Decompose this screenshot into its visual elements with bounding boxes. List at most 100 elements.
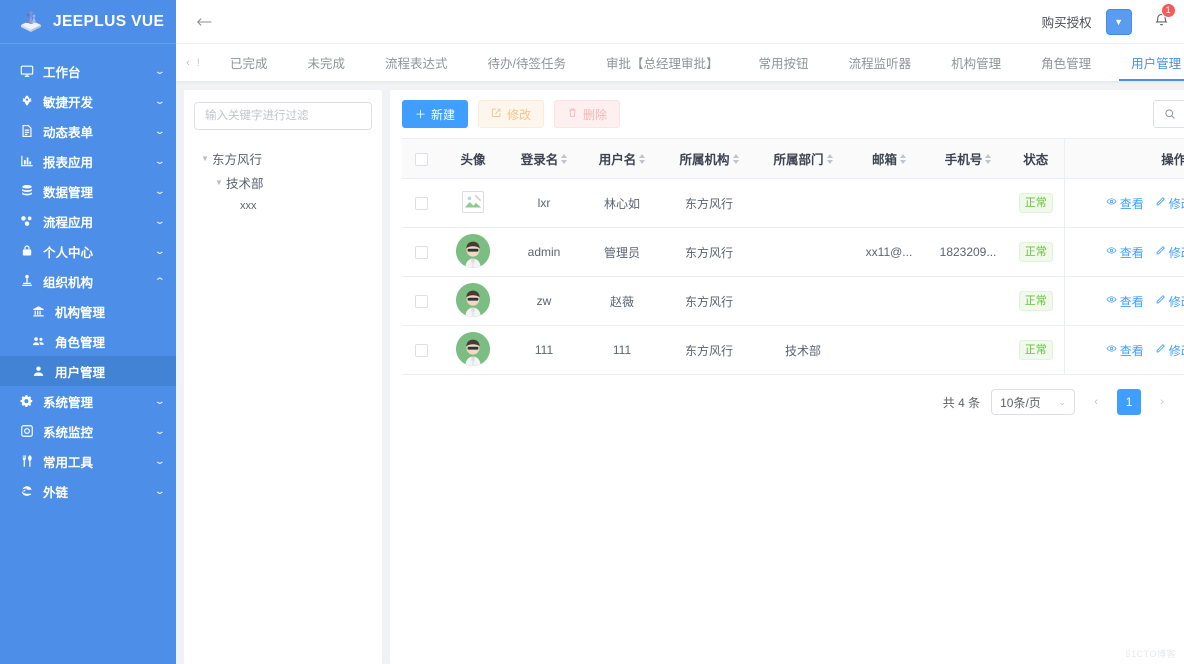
sort-icon[interactable] — [900, 154, 906, 164]
monitor-icon — [18, 64, 35, 78]
create-button[interactable]: ＋ 新建 — [402, 100, 468, 128]
sidebar-item-dynamic-form[interactable]: 动态表单 ⌄ — [0, 116, 176, 146]
tree-node-dongfangfengxing[interactable]: ▼ 东方风行 — [194, 146, 372, 170]
row-login-cell[interactable]: admin — [506, 228, 582, 277]
tab-todo-tasks[interactable]: 待办/待签任务 — [468, 44, 586, 81]
tab-process-listener[interactable]: 流程监听器 — [829, 44, 932, 81]
pencil-icon — [1155, 294, 1166, 308]
page-size-select[interactable]: 10条/页 ⌄ — [991, 389, 1075, 415]
sidebar-item-common-tools[interactable]: 常用工具 ⌄ — [0, 446, 176, 476]
sidebar-item-process-app[interactable]: 流程应用 ⌄ — [0, 206, 176, 236]
sidebar-item-org-management[interactable]: 机构管理 — [0, 296, 176, 326]
row-checkbox[interactable] — [415, 246, 428, 259]
tree-filter-input[interactable] — [194, 102, 372, 130]
search-icon[interactable] — [1154, 101, 1184, 127]
sidebar-menu: 工作台 ⌄ 敏捷开发 ⌄ 动态表单 — [0, 44, 176, 506]
flow-icon — [18, 214, 35, 228]
view-action[interactable]: 查看 — [1106, 293, 1144, 310]
tabs-overflow-indicator: ! — [197, 57, 200, 69]
row-login-cell[interactable]: lxr — [506, 179, 582, 228]
sidebar-item-personal-center[interactable]: 个人中心 ⌄ — [0, 236, 176, 266]
sidebar-item-report-app[interactable]: 报表应用 ⌄ — [0, 146, 176, 176]
table-row[interactable]: admin 管理员 东方风行 xx11@... 1823209... 正常 查看 — [402, 228, 1184, 277]
table-row[interactable]: zw 赵薇 东方风行 正常 查看 修改 — [402, 277, 1184, 326]
sort-icon[interactable] — [985, 154, 991, 164]
column-header-email[interactable]: 邮箱 — [850, 139, 928, 179]
sort-icon[interactable] — [827, 154, 833, 164]
row-checkbox[interactable] — [415, 197, 428, 210]
table-row[interactable]: lxr 林心如 东方风行 正常 查看 修改 — [402, 179, 1184, 228]
row-checkbox[interactable] — [415, 295, 428, 308]
buy-license-link[interactable]: 购买授权 — [1042, 12, 1092, 31]
sidebar-item-system-monitor[interactable]: 系统监控 ⌄ — [0, 416, 176, 446]
pagination-next-button[interactable]: › — [1150, 389, 1174, 415]
edit-action[interactable]: 修改 — [1155, 342, 1184, 359]
chevron-down-icon: ▼ — [1114, 17, 1123, 27]
row-checkbox[interactable] — [415, 344, 428, 357]
column-header-dept[interactable]: 所属部门 — [756, 139, 850, 179]
sidebar-item-label: 报表应用 — [43, 152, 152, 171]
select-all-checkbox[interactable] — [415, 153, 428, 166]
view-action[interactable]: 查看 — [1106, 244, 1144, 261]
column-header-phone[interactable]: 手机号 — [928, 139, 1008, 179]
sidebar-item-data-management[interactable]: 数据管理 ⌄ — [0, 176, 176, 206]
action-label: 查看 — [1120, 342, 1144, 359]
eye-icon — [1106, 196, 1117, 210]
row-login-cell[interactable]: 111 — [506, 326, 582, 375]
tab-user-management[interactable]: 用户管理 × — [1111, 44, 1184, 81]
tabs-scroll-left-button[interactable]: ‹ ! — [176, 44, 210, 81]
caret-down-icon[interactable]: ▼ — [198, 154, 212, 163]
pagination-page-1[interactable]: 1 — [1117, 389, 1141, 415]
sort-icon[interactable] — [733, 154, 739, 164]
column-header-name[interactable]: 用户名 — [582, 139, 662, 179]
edit-action[interactable]: 修改 — [1155, 195, 1184, 212]
chevron-down-icon: ⌄ — [155, 216, 166, 227]
tab-label: 待办/待签任务 — [488, 53, 566, 72]
top-header-actions: 购买授权 ▼ 1 — [1042, 0, 1184, 44]
tab-org-management[interactable]: 机构管理 — [931, 44, 1021, 81]
column-header-login[interactable]: 登录名 — [506, 139, 582, 179]
sidebar-item-role-management[interactable]: 角色管理 — [0, 326, 176, 356]
row-org-cell: 东方风行 — [662, 277, 756, 326]
edit-action[interactable]: 修改 — [1155, 244, 1184, 261]
sidebar-item-agile-dev[interactable]: 敏捷开发 ⌄ — [0, 86, 176, 116]
edit-button[interactable]: 修改 — [478, 100, 544, 128]
row-phone-cell — [928, 179, 1008, 228]
arrow-left-icon[interactable] — [190, 8, 218, 36]
tree-node-xxx[interactable]: xxx — [194, 194, 372, 218]
tab-uncompleted[interactable]: 未完成 — [288, 44, 366, 81]
tab-completed[interactable]: 已完成 — [210, 44, 288, 81]
brand-name: JEEPLUS VUE — [53, 13, 164, 31]
tab-approval[interactable]: 审批【总经理审批】 — [586, 44, 739, 81]
notifications-button[interactable]: 1 — [1154, 12, 1169, 32]
sort-icon[interactable] — [561, 154, 567, 164]
sidebar-item-organization[interactable]: 组织机构 ⌃ — [0, 266, 176, 296]
tab-process-expression[interactable]: 流程表达式 — [365, 44, 468, 81]
sidebar-item-user-management[interactable]: 用户管理 — [0, 356, 176, 386]
tab-common-buttons[interactable]: 常用按钮 — [739, 44, 829, 81]
sort-icon[interactable] — [639, 154, 645, 164]
row-login-cell[interactable]: zw — [506, 277, 582, 326]
edit-action[interactable]: 修改 — [1155, 293, 1184, 310]
delete-button[interactable]: 删除 — [554, 100, 620, 128]
tree-node-tech-dept[interactable]: ▼ 技术部 — [194, 170, 372, 194]
avatar — [456, 283, 490, 317]
tab-label: 用户管理 — [1131, 53, 1181, 72]
row-dept-cell — [756, 179, 850, 228]
org-tree-panel: ▼ 东方风行 ▼ 技术部 xxx — [184, 90, 382, 664]
sidebar-item-external-link[interactable]: 外链 ⌄ — [0, 476, 176, 506]
view-action[interactable]: 查看 — [1106, 195, 1144, 212]
pagination-prev-button[interactable]: ‹ — [1084, 389, 1108, 415]
sidebar-item-system-management[interactable]: 系统管理 ⌄ — [0, 386, 176, 416]
column-header-org[interactable]: 所属机构 — [662, 139, 756, 179]
sidebar-item-workbench[interactable]: 工作台 ⌄ — [0, 56, 176, 86]
language-switch-button[interactable]: ▼ — [1106, 9, 1132, 35]
caret-down-icon[interactable]: ▼ — [212, 178, 226, 187]
tab-role-management[interactable]: 角色管理 — [1021, 44, 1111, 81]
chevron-down-icon: ⌄ — [155, 396, 166, 407]
view-action[interactable]: 查看 — [1106, 342, 1144, 359]
tab-label: 常用按钮 — [759, 53, 809, 72]
sidebar: JEEPLUS VUE 工作台 ⌄ 敏捷开发 — [0, 0, 176, 664]
brand-logo[interactable]: JEEPLUS VUE — [0, 0, 176, 44]
table-row[interactable]: 111 111 东方风行 技术部 正常 查看 修改 — [402, 326, 1184, 375]
